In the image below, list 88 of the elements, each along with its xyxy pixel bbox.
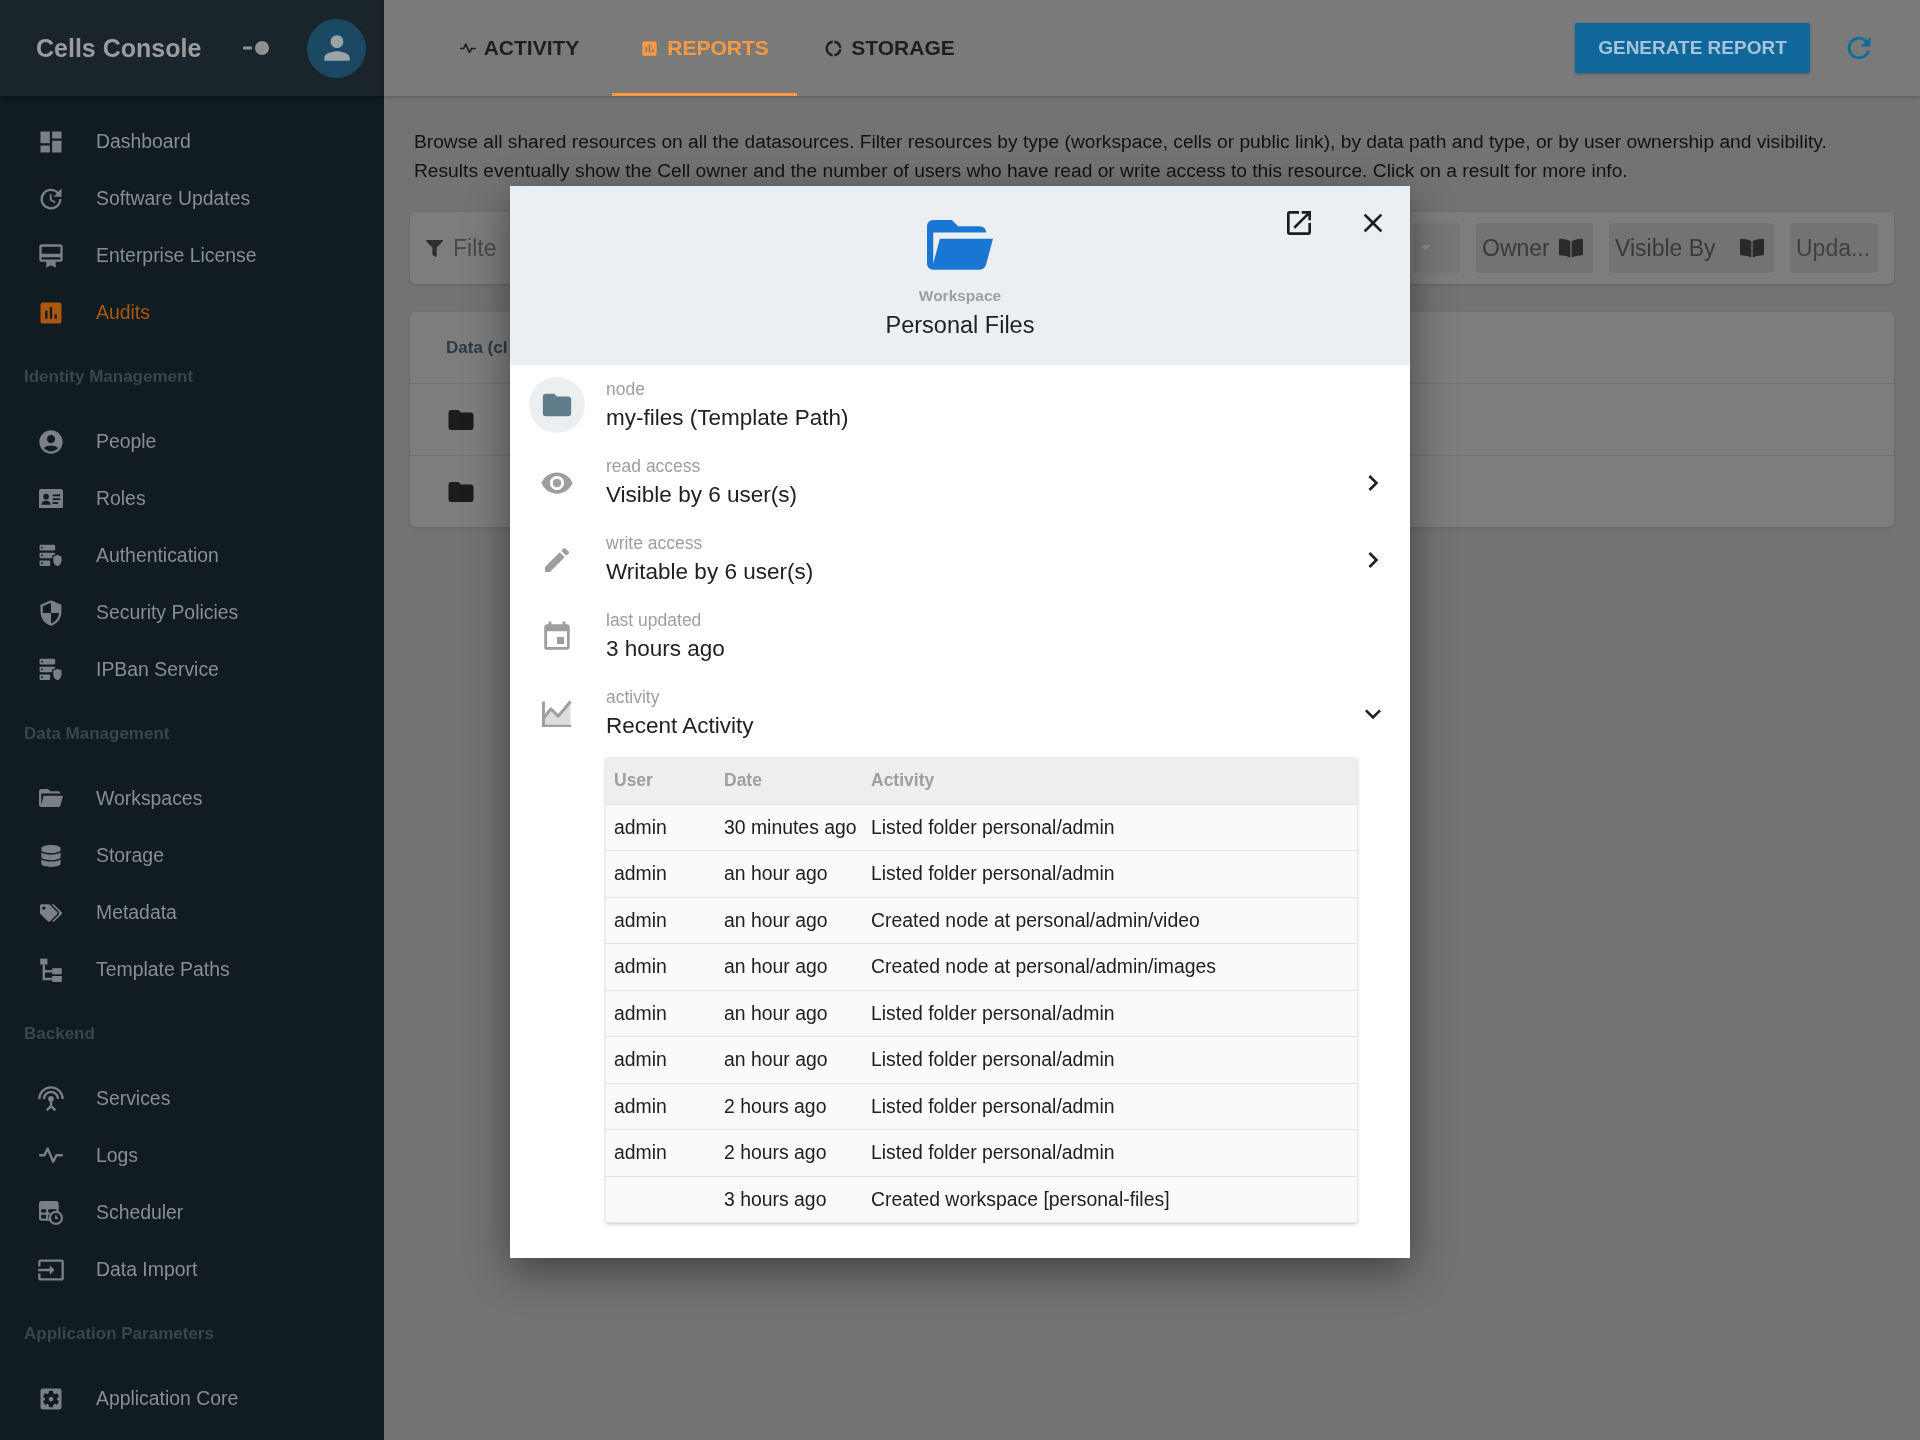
table-cell: admin [614,815,667,838]
table-cell: admin [614,1001,667,1024]
table-cell: Created workspace [personal-files] [871,1187,1170,1210]
nav-item[interactable]: IPBan Service [37,655,219,684]
table-cell: 30 minutes ago [724,815,857,838]
table-cell: an hour ago [724,862,828,885]
dialog-title: Personal Files [885,310,1035,339]
nav-item[interactable]: Scheduler [37,1198,184,1227]
column-header: Date [724,770,762,791]
column-header: User [614,770,653,791]
field-label: read access [606,455,701,477]
nav-item[interactable]: Workspaces [37,784,203,813]
table-cell: Listed folder personal/admin [871,862,1115,885]
table-clock-icon [39,1200,63,1225]
table-cell: an hour ago [724,908,828,931]
nav-item[interactable]: Application Core [37,1384,239,1413]
toggle-icon[interactable] [243,41,269,55]
server-shield-icon [39,657,63,682]
nav-item[interactable]: Storage [37,841,164,870]
nav-item[interactable]: Enterprise License [37,241,257,270]
donut-icon [824,38,844,58]
generate-report-button[interactable]: GENERATE REPORT [1575,23,1810,73]
column-header: Data (cl [446,337,508,358]
column-header: Activity [871,770,935,791]
table-cell: 3 hours ago [724,1187,827,1210]
antenna-icon [37,1084,65,1113]
table-cell: Created node at personal/admin/images [871,955,1216,978]
field-value: Visible by 6 user(s) [606,481,797,509]
pulse-icon [39,1147,63,1164]
book-icon [1559,236,1583,260]
nav-item[interactable]: Data Import [37,1255,198,1284]
kind-label: Workspace [918,286,1002,305]
table-cell: admin [614,1094,667,1117]
nav-item[interactable]: Security Policies [37,598,239,627]
id-card-icon [39,488,63,509]
field-label: last updated [606,609,702,631]
table-cell: an hour ago [724,1048,828,1071]
folder-icon [927,220,993,270]
table-cell: admin [614,1141,667,1164]
nav-item[interactable]: Audits [37,298,150,327]
server-shield-icon [39,543,63,568]
table-cell: an hour ago [724,1001,828,1024]
nav-item[interactable]: People [37,427,157,456]
tab[interactable]: STORAGE [797,0,982,96]
bar-chart-icon [640,38,660,58]
table-cell: an hour ago [724,955,828,978]
database-icon [40,844,62,867]
table-cell: 2 hours ago [724,1094,827,1117]
tab[interactable]: ACTIVITY [427,0,612,96]
folder-icon [529,377,585,433]
nav-item[interactable]: Roles [37,484,146,513]
table-cell: Listed folder personal/admin [871,1001,1115,1024]
field-value: Writable by 6 user(s) [606,558,814,586]
nav-item[interactable]: Template Paths [37,955,230,984]
field-label: write access [606,532,703,554]
table-cell: Created node at personal/admin/video [871,908,1200,931]
file-tree-icon [39,957,63,982]
badge-card-icon [37,241,65,270]
table-cell: Listed folder personal/admin [871,1141,1115,1164]
table-cell: admin [614,955,667,978]
tags-icon [40,901,62,924]
field-label: node [606,377,645,400]
filter-icon [426,239,443,257]
table-cell: admin [614,1048,667,1071]
field-value: my-files (Template Path) [606,403,849,432]
table-cell: admin [614,908,667,931]
table-cell: Listed folder personal/admin [871,1048,1115,1071]
pulse-icon [459,42,476,54]
nav-item[interactable]: Logs [37,1141,139,1170]
folder-icon [39,789,63,808]
nav-item[interactable]: Services [37,1084,171,1113]
book-icon [1740,236,1764,260]
field-value: Recent Activity [606,712,754,740]
area-chart-icon [542,699,572,728]
nav-item[interactable]: Software Updates [37,184,251,213]
caret-down-icon [1420,245,1431,251]
select-field[interactable] [1413,223,1460,273]
table-cell: admin [614,862,667,885]
table-cell: 2 hours ago [724,1141,827,1164]
table-cell: Listed folder personal/admin [871,1094,1115,1117]
field-label: activity [606,686,660,708]
app-title: Cells Console [36,33,203,63]
nav-item[interactable]: Dashboard [37,127,191,156]
nav-item[interactable]: Authentication [37,541,219,570]
description-text: Browse all shared resources on all the datasources. Filter resources by type (workspace, cells or public link), by data path and type, or by user ownership and visibility. Results eventually show the Cell owner and the number of users who have read or write access to this resource. Click on a result for more info. [414,130,1828,183]
nav-item[interactable]: Metadata [37,898,177,927]
table-cell: Listed folder personal/admin [871,815,1115,838]
field-value: 3 hours ago [606,635,725,663]
